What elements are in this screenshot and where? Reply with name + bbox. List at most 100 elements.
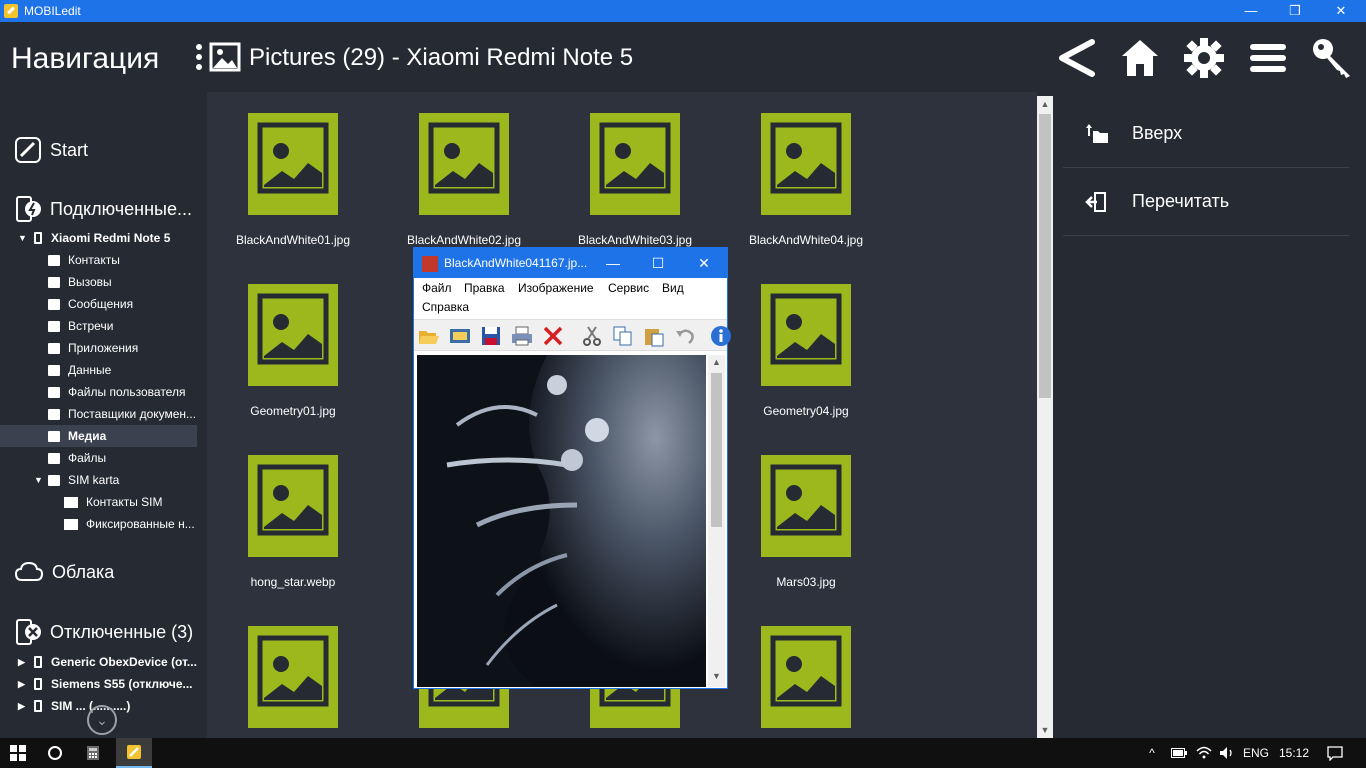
disconnected-device[interactable]: ▶ Generic ObexDevice (от...: [0, 651, 197, 673]
tray-overflow-icon[interactable]: ^: [1142, 738, 1162, 768]
delete-icon[interactable]: [542, 325, 564, 347]
path-menu-dots-icon[interactable]: [196, 44, 202, 72]
print-icon[interactable]: [511, 325, 533, 347]
scroll-down-arrow-icon[interactable]: ▼: [1037, 722, 1053, 738]
nav-sim-item[interactable]: Контакты SIM: [0, 491, 197, 513]
file-tile[interactable]: BlackAndWhite03.jpg: [555, 95, 715, 255]
nav-item[interactable]: Встречи: [0, 315, 197, 337]
file-tile[interactable]: [213, 608, 373, 738]
gear-icon[interactable]: [1182, 36, 1226, 80]
expand-arrow-icon[interactable]: ▶: [18, 701, 25, 712]
up-button[interactable]: Вверх: [1063, 100, 1349, 168]
viewer-toolbar: [414, 319, 731, 351]
viewer-maximize-button[interactable]: ☐: [635, 248, 681, 278]
key-icon[interactable]: [1310, 36, 1354, 80]
viewer-scrollbar-thumb[interactable]: [711, 373, 722, 527]
nav-item[interactable]: Медиа: [0, 425, 197, 447]
expand-arrow-icon[interactable]: ▼: [18, 233, 27, 243]
viewer-minimize-button[interactable]: —: [590, 248, 636, 278]
nav-start[interactable]: Start: [14, 136, 88, 164]
search-button[interactable]: [38, 738, 72, 768]
nav-item[interactable]: Файлы пользователя: [0, 381, 197, 403]
file-tile[interactable]: BlackAndWhite02.jpg: [384, 95, 544, 255]
expand-arrow-icon[interactable]: ▶: [18, 679, 25, 690]
home-icon[interactable]: [1118, 36, 1162, 80]
cut-icon[interactable]: [581, 325, 603, 347]
save-icon[interactable]: [480, 325, 502, 347]
expand-arrow-icon[interactable]: ▶: [18, 657, 25, 668]
slideshow-icon[interactable]: [449, 325, 471, 347]
image-file-icon: [248, 455, 338, 557]
navigation-title: Навигация: [11, 42, 160, 75]
nav-item-label: Файлы пользователя: [68, 385, 186, 399]
viewer-title: BlackAndWhite041167.jp...: [444, 256, 588, 270]
info-icon[interactable]: [710, 325, 732, 347]
nav-item[interactable]: Поставщики докумен...: [0, 403, 197, 425]
file-tile[interactable]: hong_star.webp: [213, 437, 373, 597]
menu-image[interactable]: Изображение: [518, 281, 594, 295]
scroll-up-arrow-icon[interactable]: ▲: [1037, 96, 1053, 112]
nav-item[interactable]: Вызовы: [0, 271, 197, 293]
nav-item[interactable]: Сообщения: [0, 293, 197, 315]
taskbar-calculator[interactable]: [76, 738, 110, 768]
nav-item[interactable]: Файлы: [0, 447, 197, 469]
language-indicator[interactable]: ENG: [1240, 738, 1272, 768]
viewer-scrollbar[interactable]: ▲ ▼: [708, 355, 725, 687]
clock[interactable]: 15:12: [1274, 738, 1314, 768]
file-tile[interactable]: BlackAndWhite04.jpg: [726, 95, 886, 255]
image-file-icon: [248, 113, 338, 215]
nav-connected[interactable]: Подключенные...: [14, 195, 192, 223]
viewer-close-button[interactable]: ✕: [681, 248, 727, 278]
up-label: Вверх: [1132, 123, 1183, 143]
file-tile[interactable]: BlackAndWhite01.jpg: [213, 95, 373, 255]
phone-icon: [34, 700, 42, 712]
menu-help[interactable]: Справка: [422, 300, 469, 314]
menu-edit[interactable]: Правка: [464, 281, 505, 295]
close-button[interactable]: ✕: [1318, 0, 1364, 22]
back-icon[interactable]: [1054, 36, 1098, 80]
expand-arrow-icon[interactable]: ▼: [34, 475, 43, 485]
nav-cloud[interactable]: Облака: [14, 560, 114, 584]
wifi-icon[interactable]: [1193, 738, 1215, 768]
nav-device[interactable]: ▼ Xiaomi Redmi Note 5: [0, 227, 197, 249]
minimize-button[interactable]: —: [1228, 0, 1274, 22]
disconnected-device-label: Siemens S55 (отключе...: [51, 677, 193, 691]
reread-button[interactable]: Перечитать: [1063, 168, 1349, 236]
nav-disconnected[interactable]: Отключенные (3): [14, 618, 193, 646]
menu-icon[interactable]: [1246, 36, 1290, 80]
copy-icon[interactable]: [612, 325, 634, 347]
grid-scrollbar[interactable]: ▲ ▼: [1037, 96, 1053, 738]
file-tile[interactable]: [726, 608, 886, 738]
nav-sim-item[interactable]: Фиксированные н...: [0, 513, 197, 535]
start-button[interactable]: [0, 738, 36, 768]
image-file-icon: [761, 284, 851, 386]
open-icon[interactable]: [418, 325, 440, 347]
taskbar-mobiledit[interactable]: [116, 738, 152, 768]
nav-cloud-label: Облака: [52, 561, 115, 582]
nav-item[interactable]: ▼ SIM karta: [0, 469, 197, 491]
contacts-icon: [48, 254, 60, 266]
undo-icon[interactable]: [674, 325, 696, 347]
nav-sim-item-label: Контакты SIM: [86, 495, 163, 509]
nav-item[interactable]: Приложения: [0, 337, 197, 359]
file-tile[interactable]: Mars03.jpg: [726, 437, 886, 597]
menu-file[interactable]: Файл: [422, 281, 452, 295]
battery-icon[interactable]: [1168, 738, 1190, 768]
file-name: Geometry04.jpg: [763, 404, 849, 418]
sim-fixed-icon: [64, 518, 78, 530]
file-tile[interactable]: Geometry01.jpg: [213, 266, 373, 426]
nav-item[interactable]: Контакты: [0, 249, 197, 271]
paste-icon[interactable]: [643, 325, 665, 347]
device-name: Xiaomi Redmi Note 5: [51, 231, 171, 245]
action-center-icon[interactable]: [1320, 738, 1350, 768]
menu-view[interactable]: Вид: [662, 281, 684, 295]
disconnected-device[interactable]: ▶ Siemens S55 (отключе...: [0, 673, 197, 695]
scrollbar-thumb[interactable]: [1039, 114, 1051, 398]
scroll-down-button[interactable]: ⌄: [87, 705, 117, 735]
volume-icon[interactable]: [1216, 738, 1238, 768]
nav-item[interactable]: Данные: [0, 359, 197, 381]
image-viewer-window: BlackAndWhite041167.jp... — ☐ ✕ Файл Пра…: [413, 247, 731, 689]
menu-tools[interactable]: Сервис: [608, 281, 649, 295]
file-tile[interactable]: Geometry04.jpg: [726, 266, 886, 426]
maximize-button[interactable]: ❐: [1272, 0, 1318, 22]
